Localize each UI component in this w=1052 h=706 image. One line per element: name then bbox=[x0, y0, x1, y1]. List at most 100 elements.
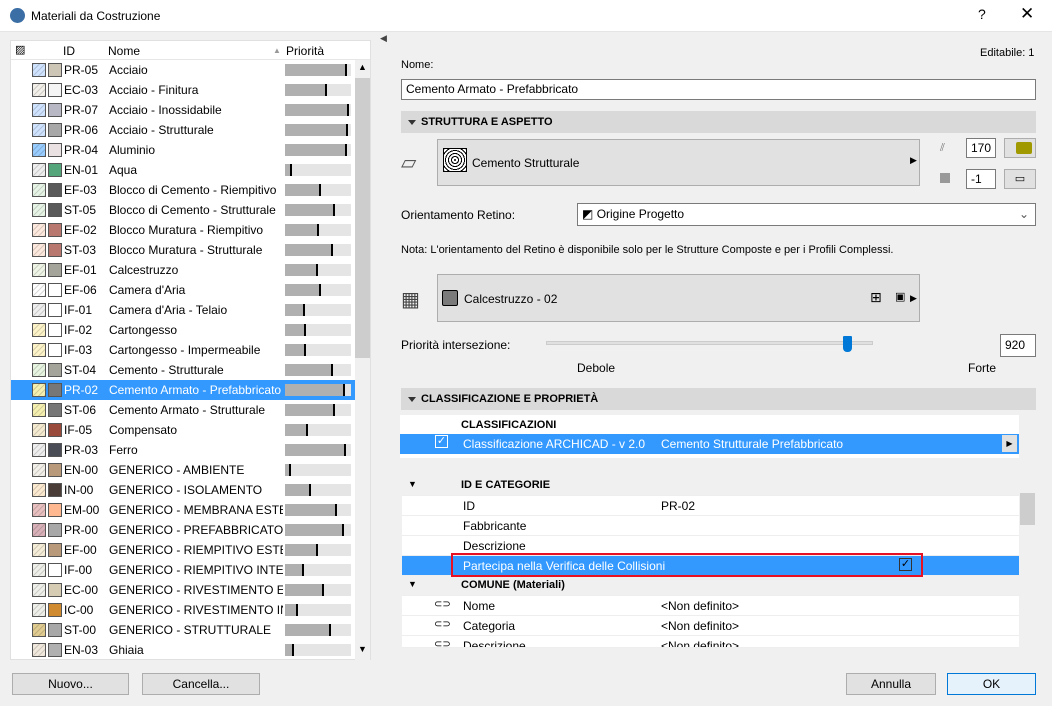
classification-checkbox[interactable]: ✓ bbox=[435, 435, 448, 448]
priority-fill bbox=[285, 144, 348, 156]
cancel-button[interactable]: Annulla bbox=[846, 673, 936, 695]
list-item[interactable]: ST-03 Blocco Muratura - Strutturale bbox=[11, 240, 356, 260]
scroll-up-icon[interactable]: ▲ bbox=[358, 62, 367, 72]
list-item[interactable]: PR-02 Cemento Armato - Prefabbricato bbox=[11, 380, 356, 400]
material-name: GENERICO - ISOLAMENTO bbox=[109, 483, 263, 497]
classification-row[interactable]: ✓ Classificazione ARCHICAD - v 2.0 Cemen… bbox=[400, 434, 1019, 454]
fill-pen-input[interactable]: 170 bbox=[966, 138, 996, 158]
priority-bar bbox=[285, 204, 351, 216]
help-button[interactable]: ? bbox=[978, 6, 986, 22]
priority-fill bbox=[285, 364, 334, 376]
list-item[interactable]: EC-00 GENERICO - RIVESTIMENTO ESTERNO bbox=[11, 580, 356, 600]
property-row[interactable]: Fabbricante bbox=[402, 516, 1019, 536]
list-item[interactable]: PR-05 Acciaio bbox=[11, 60, 356, 80]
property-row[interactable]: ID PR-02 bbox=[402, 496, 1019, 516]
list-item[interactable]: EF-02 Blocco Muratura - Riempitivo bbox=[11, 220, 356, 240]
background-pen-input[interactable]: -1 bbox=[966, 169, 996, 189]
pen-color-button[interactable] bbox=[1004, 138, 1036, 158]
section-classification[interactable]: CLASSIFICAZIONE E PROPRIETÀ bbox=[401, 388, 1036, 410]
list-item[interactable]: EF-00 GENERICO - RIEMPITIVO ESTERNO bbox=[11, 540, 356, 560]
property-group[interactable]: ▼ ID E CATEGORIE bbox=[402, 476, 1019, 496]
list-item[interactable]: EN-00 GENERICO - AMBIENTE bbox=[11, 460, 356, 480]
pen-color-swatch bbox=[1016, 142, 1032, 154]
column-name[interactable]: Nome bbox=[108, 44, 140, 58]
fill-pattern-swatch bbox=[32, 383, 46, 397]
material-id: EF-02 bbox=[64, 223, 97, 237]
material-id: IN-00 bbox=[64, 483, 94, 497]
column-priority[interactable]: Priorità bbox=[286, 44, 324, 58]
list-item[interactable]: EF-06 Camera d'Aria bbox=[11, 280, 356, 300]
list-item[interactable]: ST-00 GENERICO - STRUTTURALE bbox=[11, 620, 356, 640]
list-item[interactable]: IF-00 GENERICO - RIEMPITIVO INTERNO bbox=[11, 560, 356, 580]
list-item[interactable]: PR-03 Ferro bbox=[11, 440, 356, 460]
list-item[interactable]: IF-02 Cartongesso bbox=[11, 320, 356, 340]
list-item[interactable]: PR-07 Acciaio - Inossidabile bbox=[11, 100, 356, 120]
list-item[interactable]: EN-01 Aqua bbox=[11, 160, 356, 180]
priority-bar bbox=[285, 424, 351, 436]
material-name: Camera d'Aria bbox=[109, 283, 186, 297]
new-button[interactable]: Nuovo... bbox=[12, 673, 129, 695]
list-item[interactable]: EC-03 Acciaio - Finitura bbox=[11, 80, 356, 100]
list-item[interactable]: PR-00 GENERICO - PREFABBRICATO bbox=[11, 520, 356, 540]
collapse-icon[interactable]: ▼ bbox=[408, 579, 417, 589]
property-group[interactable]: ▼ COMUNE (Materiali) bbox=[402, 576, 1019, 596]
list-item[interactable]: IN-00 GENERICO - ISOLAMENTO bbox=[11, 480, 356, 500]
fill-pattern-swatch bbox=[32, 623, 46, 637]
surface-color-swatch bbox=[48, 583, 62, 597]
list-item[interactable]: EN-03 Ghiaia bbox=[11, 640, 356, 659]
priority-label: Priorità intersezione: bbox=[401, 338, 511, 352]
property-name: Categoria bbox=[463, 619, 516, 633]
list-item[interactable]: EM-00 GENERICO - MEMBRANA ESTERNA bbox=[11, 500, 356, 520]
monitor-icon[interactable]: ▭ bbox=[1004, 169, 1036, 189]
material-name: Cemento - Strutturale bbox=[109, 363, 224, 377]
surface-color-swatch bbox=[48, 463, 62, 477]
list-item[interactable]: PR-04 Aluminio bbox=[11, 140, 356, 160]
list-scroll-thumb[interactable] bbox=[355, 78, 370, 358]
collapse-icon[interactable]: ▼ bbox=[408, 479, 417, 489]
surface-color-swatch bbox=[48, 123, 62, 137]
collapse-panel-icon[interactable]: ◀ bbox=[380, 33, 387, 44]
close-button[interactable]: ✕ bbox=[1020, 4, 1034, 24]
list-item[interactable]: EF-01 Calcestruzzo bbox=[11, 260, 356, 280]
property-row[interactable]: ⊂⊃ Categoria <Non definito> bbox=[402, 616, 1019, 636]
list-item[interactable]: IF-01 Camera d'Aria - Telaio bbox=[11, 300, 356, 320]
list-item[interactable]: IF-05 Compensato bbox=[11, 420, 356, 440]
list-item[interactable]: ST-06 Cemento Armato - Strutturale bbox=[11, 400, 356, 420]
list-item[interactable]: PR-06 Acciaio - Strutturale bbox=[11, 120, 356, 140]
priority-fill bbox=[285, 104, 350, 116]
materials-list[interactable]: ▨ ID Nome ▲ Priorità PR-05 Acciaio EC-03… bbox=[10, 40, 371, 660]
section-structure[interactable]: STRUTTURA E ASPETTO bbox=[401, 111, 1036, 133]
classification-picker-button[interactable]: ▶ bbox=[1002, 435, 1017, 452]
material-id: PR-06 bbox=[64, 123, 99, 137]
fill-pattern-swatch bbox=[32, 323, 46, 337]
list-item[interactable]: ST-05 Blocco di Cemento - Strutturale bbox=[11, 200, 356, 220]
list-item[interactable]: EF-03 Blocco di Cemento - Riempitivo bbox=[11, 180, 356, 200]
property-row[interactable]: ⊂⊃ Nome <Non definito> bbox=[402, 596, 1019, 616]
orientation-note: Nota: L'orientamento del Retino è dispon… bbox=[401, 244, 894, 256]
ok-button[interactable]: OK bbox=[947, 673, 1036, 695]
property-row[interactable]: ⊂⊃ Descrizione <Non definito> bbox=[402, 636, 1019, 648]
list-item[interactable]: ST-04 Cemento - Strutturale bbox=[11, 360, 356, 380]
fill-picker[interactable]: Cemento Strutturale ▶ bbox=[437, 139, 920, 186]
properties-scroll-thumb[interactable] bbox=[1020, 493, 1035, 525]
column-id[interactable]: ID bbox=[63, 44, 75, 58]
scroll-down-icon[interactable]: ▼ bbox=[358, 644, 367, 654]
material-name: Cemento Armato - Prefabbricato bbox=[109, 383, 282, 397]
priority-slider-thumb[interactable] bbox=[842, 336, 852, 352]
name-input[interactable]: Cemento Armato - Prefabbricato bbox=[401, 79, 1036, 100]
orientation-select[interactable]: ◩ Origine Progetto ⌄ bbox=[577, 203, 1036, 226]
priority-input[interactable]: 920 bbox=[1000, 334, 1036, 357]
list-item[interactable]: IF-03 Cartongesso - Impermeabile bbox=[11, 340, 356, 360]
priority-bar bbox=[285, 304, 351, 316]
delete-button[interactable]: Cancella... bbox=[142, 673, 260, 695]
priority-slider[interactable] bbox=[546, 341, 873, 345]
surface-picker[interactable]: Calcestruzzo - 02 ⊞ ▣ ▶ bbox=[437, 274, 920, 322]
list-item[interactable]: IC-00 GENERICO - RIVESTIMENTO INTERNO bbox=[11, 600, 356, 620]
priority-bar bbox=[285, 584, 351, 596]
pattern-column-icon[interactable]: ▨ bbox=[15, 43, 25, 56]
material-id: EN-01 bbox=[64, 163, 99, 177]
surface-color-swatch bbox=[48, 383, 62, 397]
priority-fill bbox=[285, 464, 291, 476]
priority-bar bbox=[285, 84, 351, 96]
priority-fill bbox=[285, 284, 322, 296]
